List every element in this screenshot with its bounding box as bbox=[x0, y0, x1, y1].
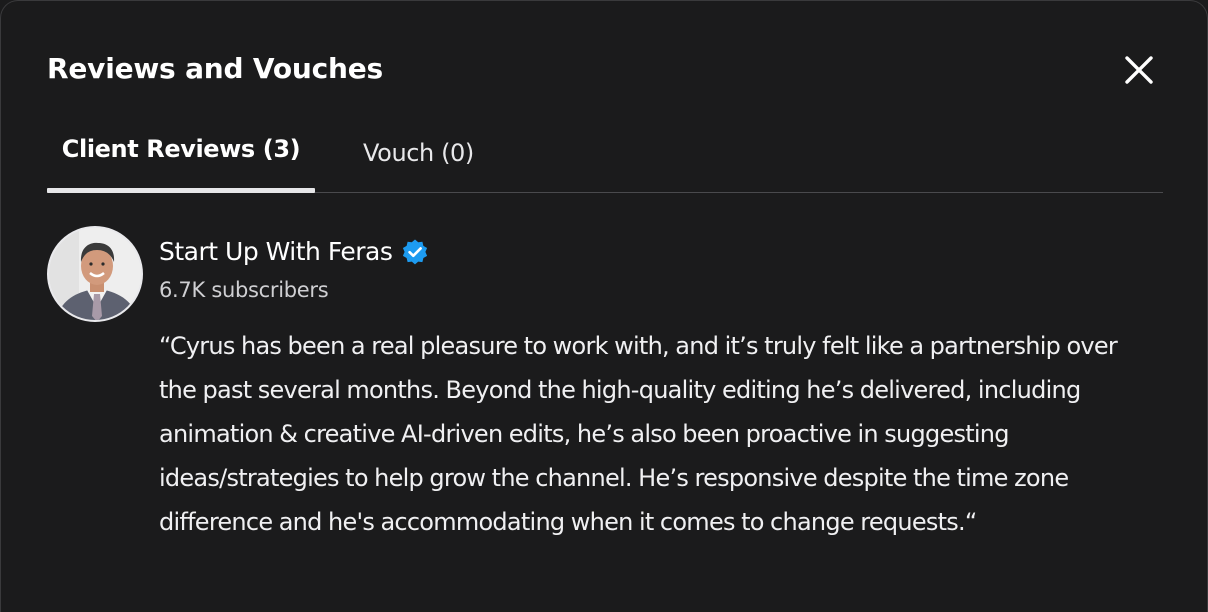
close-button[interactable] bbox=[1119, 50, 1159, 90]
tab-client-reviews-label: Client Reviews (3) bbox=[61, 135, 301, 163]
avatar[interactable] bbox=[47, 226, 143, 322]
reviewer-name-row: Start Up With Feras bbox=[159, 234, 429, 270]
tab-vouch-label: Vouch (0) bbox=[363, 139, 474, 167]
tab-bar: Client Reviews (3) Vouch (0) bbox=[47, 119, 1163, 193]
subscriber-count: 6.7K subscribers bbox=[159, 278, 329, 302]
close-icon bbox=[1125, 56, 1153, 84]
tab-client-reviews[interactable]: Client Reviews (3) bbox=[47, 119, 315, 193]
reviews-modal: Reviews and Vouches Client Reviews (3) V… bbox=[0, 0, 1208, 612]
reviewer-name[interactable]: Start Up With Feras bbox=[159, 234, 393, 270]
review-text: “Cyrus has been a real pleasure to work … bbox=[159, 332, 1118, 536]
verified-badge-icon bbox=[401, 238, 429, 266]
modal-title: Reviews and Vouches bbox=[47, 52, 383, 85]
active-tab-indicator bbox=[47, 188, 315, 193]
tab-vouch[interactable]: Vouch (0) bbox=[363, 123, 474, 196]
avatar-image bbox=[49, 228, 141, 320]
